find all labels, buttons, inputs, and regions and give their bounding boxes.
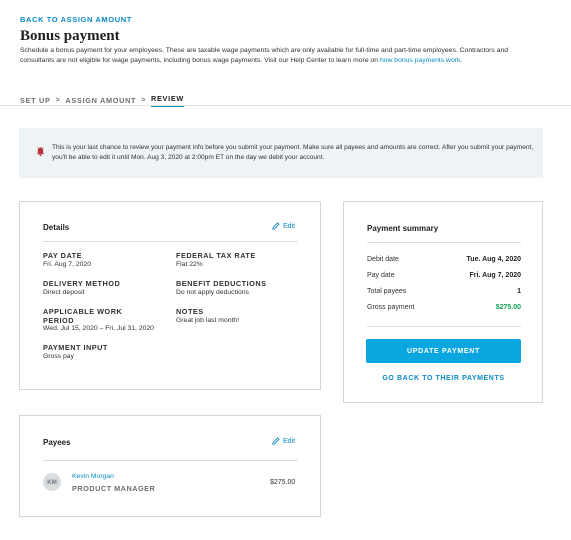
summary-row-pay-date: Pay date Fri. Aug 7, 2020 — [367, 272, 521, 279]
notice-text: This is your last chance to review your … — [52, 144, 534, 161]
summary-label: Debit date — [367, 256, 399, 263]
page-description: Schedule a bonus payment for your employ… — [20, 46, 530, 65]
benefit-deductions-field: BENEFIT DEDUCTIONS Do not apply deductio… — [176, 279, 267, 297]
header-divider — [0, 105, 571, 106]
payment-input-label: PAYMENT INPUT — [43, 343, 108, 352]
go-back-payments-button[interactable]: GO BACK TO THEIR PAYMENTS — [366, 375, 521, 382]
payees-edit-button[interactable]: Edit — [272, 437, 295, 445]
back-link[interactable]: BACK TO ASSIGN AMOUNT — [20, 15, 132, 24]
pencil-icon — [272, 222, 280, 230]
payee-amount: $275.00 — [270, 479, 296, 486]
summary-label: Pay date — [367, 272, 395, 279]
payee-role: PRODUCT MANAGER — [72, 484, 156, 493]
delivery-method-field: DELIVERY METHOD Direct deposit — [43, 279, 121, 297]
payee-name-link[interactable]: Kevin Morgan — [72, 473, 114, 480]
bell-icon — [36, 146, 45, 156]
details-divider — [43, 241, 298, 242]
benefit-deductions-label: BENEFIT DEDUCTIONS — [176, 279, 267, 288]
summary-label: Total payees — [367, 288, 407, 295]
federal-tax-label: FEDERAL TAX RATE — [176, 251, 256, 260]
summary-row-debit-date: Debit date Tue. Aug 4, 2020 — [367, 256, 521, 263]
payees-edit-label: Edit — [283, 437, 296, 445]
pencil-icon — [272, 437, 280, 445]
notes-value: Great job last month! — [176, 316, 240, 324]
page-title: Bonus payment — [20, 28, 120, 44]
notes-field: NOTES Great job last month! — [176, 307, 240, 325]
delivery-method-label: DELIVERY METHOD — [43, 279, 121, 288]
summary-divider-bottom — [367, 326, 521, 327]
work-period-label-2: PERIOD — [43, 315, 74, 325]
step-separator: > — [55, 97, 61, 104]
work-period-field: APPLICABLE WORK PERIOD Wed. Jul 15, 2020… — [43, 307, 154, 334]
benefit-deductions-value: Do not apply deductions — [176, 288, 249, 296]
summary-value: Tue. Aug 4, 2020 — [466, 256, 521, 263]
avatar: KM — [43, 473, 61, 491]
pay-date-field: PAY DATE Fri. Aug 7, 2020 — [43, 251, 91, 269]
step-separator: > — [141, 97, 147, 104]
pay-date-value: Fri. Aug 7, 2020 — [43, 260, 91, 268]
federal-tax-field: FEDERAL TAX RATE Flat 22% — [176, 251, 256, 269]
summary-value: Fri. Aug 7, 2020 — [469, 272, 521, 279]
details-edit-label: Edit — [283, 222, 296, 230]
pay-date-label: PAY DATE — [43, 251, 83, 260]
update-payment-button[interactable]: UPDATE PAYMENT — [366, 339, 521, 363]
summary-label: Gross payment — [367, 304, 415, 311]
payment-summary-card: Payment summary Debit date Tue. Aug 4, 2… — [343, 201, 543, 403]
details-card: Details Edit PAY DATE Fri. Aug 7, 2020 F… — [19, 201, 321, 390]
work-period-value: Wed. Jul 15, 2020 – Fri. Jul 31, 2020 — [43, 325, 154, 332]
review-notice: This is your last chance to review your … — [19, 128, 543, 178]
summary-divider — [367, 242, 521, 243]
details-title: Details — [43, 223, 70, 232]
summary-row-gross-payment: Gross payment $275.00 — [367, 304, 521, 311]
summary-value: $275.00 — [495, 304, 521, 311]
payees-title: Payees — [43, 438, 71, 447]
help-link[interactable]: how bonus payments work — [380, 57, 460, 64]
delivery-method-value: Direct deposit — [43, 288, 85, 296]
details-edit-button[interactable]: Edit — [272, 222, 295, 230]
step-setup[interactable]: SET UP — [20, 96, 51, 105]
payment-input-field: PAYMENT INPUT Gross pay — [43, 343, 108, 361]
payees-divider — [43, 460, 298, 461]
summary-title: Payment summary — [367, 224, 439, 233]
description-end: . — [460, 56, 463, 64]
summary-row-total-payees: Total payees 1 — [367, 288, 521, 295]
notes-label: NOTES — [176, 307, 204, 316]
summary-value: 1 — [517, 288, 521, 295]
step-assign-amount[interactable]: ASSIGN AMOUNT — [65, 96, 136, 105]
payment-input-value: Gross pay — [43, 352, 74, 360]
federal-tax-value: Flat 22% — [176, 260, 203, 268]
payees-card: Payees Edit KM Kevin Morgan PRODUCT MANA… — [19, 415, 321, 517]
